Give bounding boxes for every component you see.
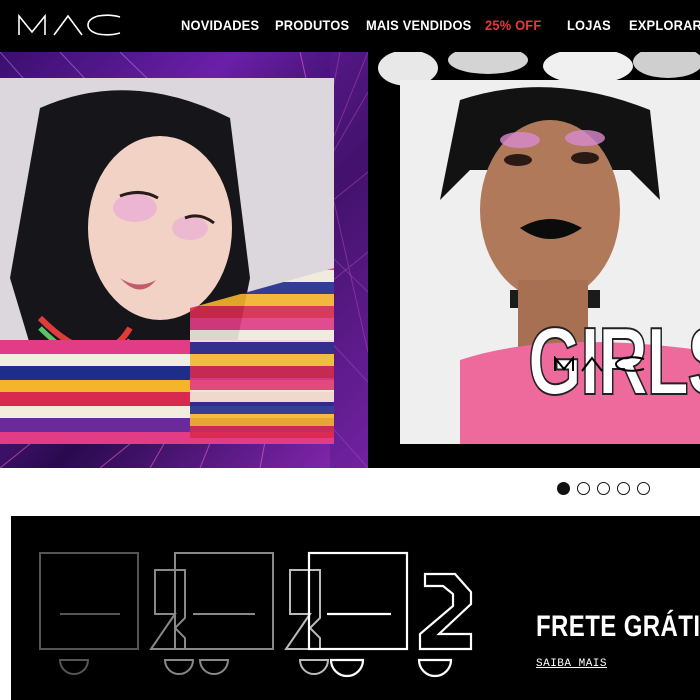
nav-item-explorar[interactable]: EXPLORAR bbox=[629, 17, 700, 33]
model-illustration-1 bbox=[0, 78, 334, 444]
nav-item-mais-vendidos[interactable]: MAIS VENDIDOS bbox=[366, 17, 471, 33]
carousel-dot-3[interactable] bbox=[597, 482, 610, 495]
model-photo-striped-sweater bbox=[0, 78, 334, 444]
carousel-pagination bbox=[557, 482, 650, 495]
carousel-dot-1[interactable] bbox=[557, 482, 570, 495]
model-photo-black-lips: GIRLS bbox=[400, 80, 700, 444]
carousel-dot-4[interactable] bbox=[617, 482, 630, 495]
hero-carousel[interactable]: GIRLS bbox=[0, 52, 700, 468]
shipping-banner[interactable]: FRETE GRÁTIS SAIBA MAIS bbox=[11, 516, 700, 700]
nav-item-novidades[interactable]: NOVIDADES bbox=[181, 17, 259, 33]
nav-item-lojas[interactable]: LOJAS bbox=[567, 17, 611, 33]
carousel-dot-5[interactable] bbox=[637, 482, 650, 495]
nav-item-sale[interactable]: 25% OFF bbox=[485, 17, 541, 33]
shipping-learn-more-link[interactable]: SAIBA MAIS bbox=[536, 658, 607, 670]
hero-slide-1[interactable] bbox=[0, 52, 368, 468]
mac-overlay-logo bbox=[554, 356, 645, 372]
nav-item-produtos[interactable]: PRODUTOS bbox=[275, 17, 349, 33]
site-header: NOVIDADES PRODUTOS MAIS VENDIDOS 25% OFF… bbox=[0, 0, 700, 52]
mac-logo[interactable] bbox=[18, 14, 122, 36]
shipping-title: FRETE GRÁTIS bbox=[536, 610, 700, 643]
carousel-dot-2[interactable] bbox=[577, 482, 590, 495]
truck-icon bbox=[39, 551, 473, 678]
hero-slide-2[interactable]: GIRLS bbox=[378, 52, 700, 468]
